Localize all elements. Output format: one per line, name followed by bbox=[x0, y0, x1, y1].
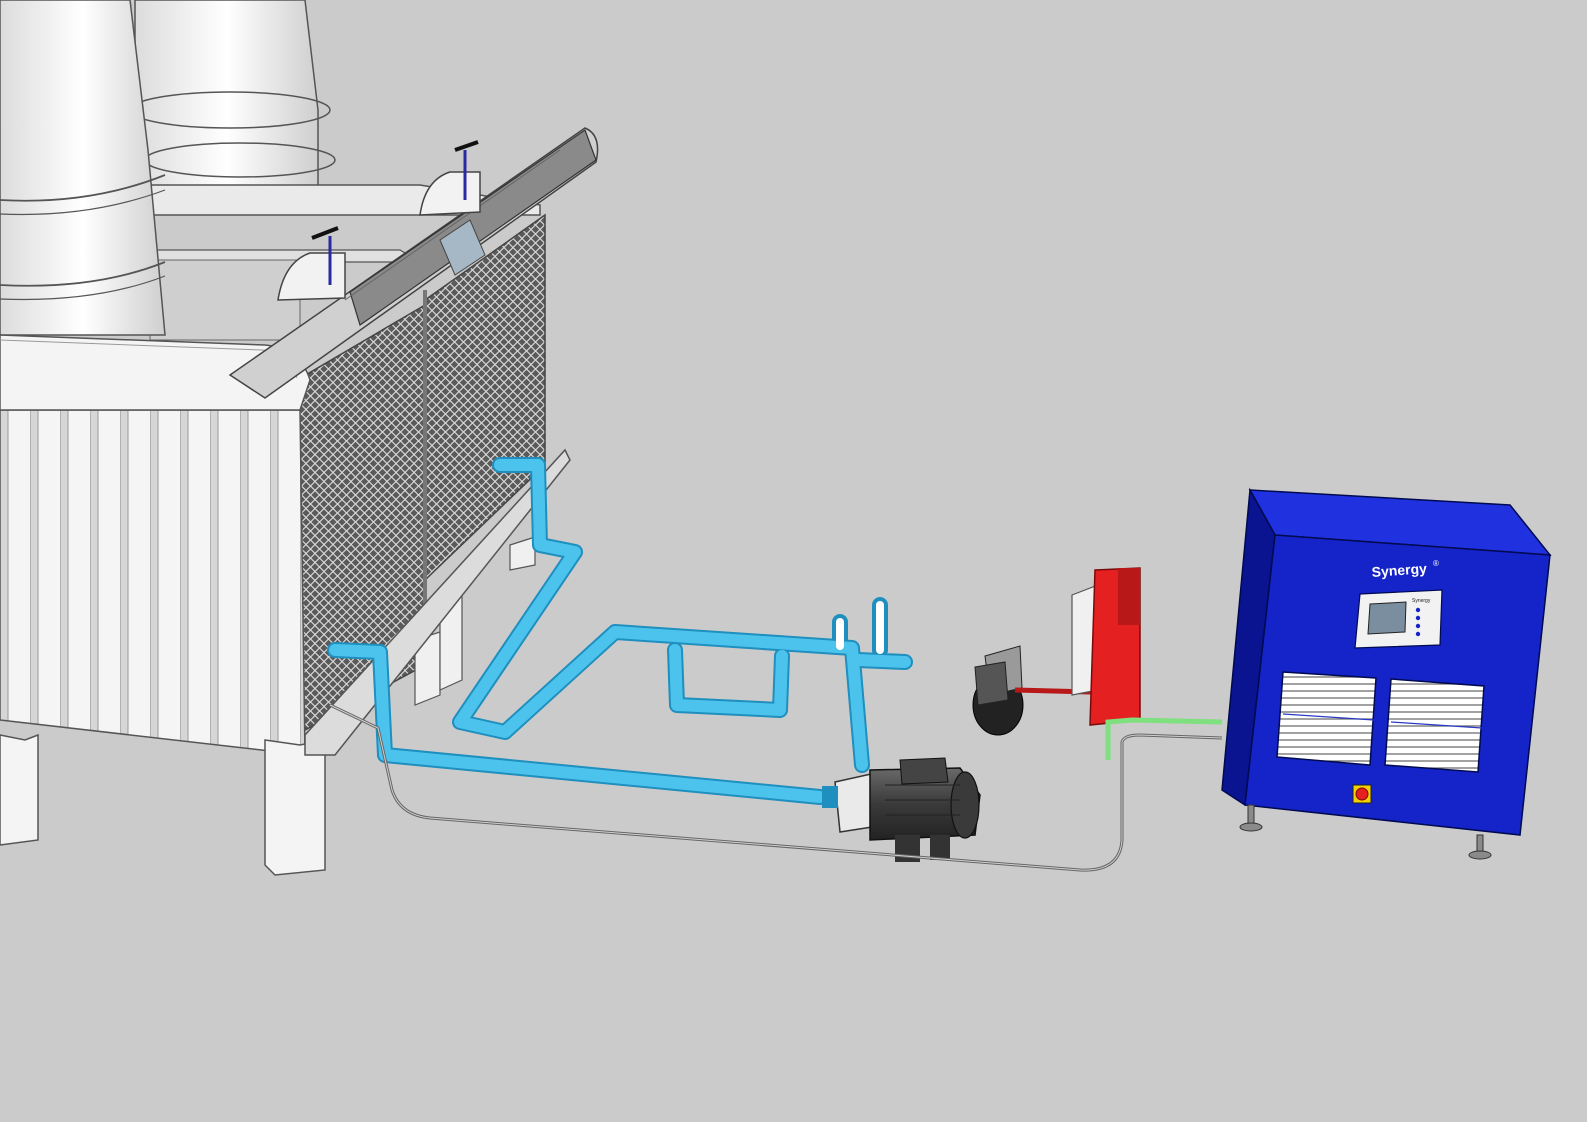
control-panel: Synergy ® Synergy bbox=[1221, 487, 1552, 860]
ground-wire bbox=[1105, 717, 1223, 760]
fan-stack-rear-icon bbox=[129, 0, 336, 191]
cooling-tower bbox=[0, 0, 571, 876]
emergency-stop-button[interactable] bbox=[1352, 784, 1372, 804]
hmi-brand-label: Synergy bbox=[1412, 598, 1431, 604]
system-diagram: Synergy ® Synergy bbox=[0, 0, 1552, 876]
circulation-pump bbox=[822, 757, 981, 862]
vent-right-icon bbox=[1384, 678, 1485, 773]
hmi-button-2-icon[interactable] bbox=[1415, 615, 1421, 621]
hmi-button-1-icon[interactable] bbox=[1415, 607, 1421, 613]
brand-registered-mark: ® bbox=[1433, 559, 1439, 568]
hmi-button-4-icon[interactable] bbox=[1415, 631, 1421, 637]
hmi-display[interactable]: Synergy bbox=[1354, 589, 1443, 649]
e-stop-icon bbox=[1355, 787, 1369, 801]
ozone-generator bbox=[1071, 567, 1141, 726]
vent-left-icon bbox=[1276, 671, 1377, 766]
valve-rear-icon bbox=[419, 140, 481, 216]
hmi-button-3-icon[interactable] bbox=[1415, 623, 1421, 629]
